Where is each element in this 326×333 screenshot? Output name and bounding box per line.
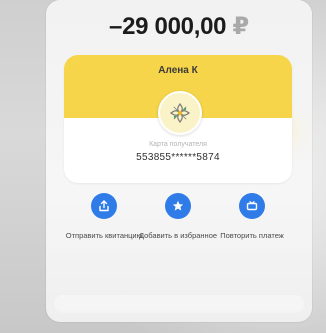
transaction-sheet: –29 000,00 ₽ Алена К Карта получателя 55…: [46, 0, 312, 322]
amount-value: –29 000,00: [109, 13, 227, 40]
send-receipt-button[interactable]: Отправить квитанцию: [64, 193, 144, 241]
repeat-icon: [239, 193, 265, 219]
recipient-name: Алена К: [158, 65, 198, 76]
card-subtitle: Карта получателя: [149, 141, 207, 148]
bottom-area: [54, 295, 304, 313]
flower-logo-icon: [158, 91, 202, 135]
amount: –29 000,00 ₽: [46, 12, 312, 41]
share-icon: [91, 193, 117, 219]
action-row: Отправить квитанцию Добавить в избранное…: [46, 193, 312, 273]
recipient-card[interactable]: Алена К Карта получателя 553855******587…: [64, 55, 292, 183]
currency-symbol: ₽: [232, 13, 250, 40]
add-to-favorites-label: Добавить в избранное: [138, 231, 218, 240]
repeat-payment-label: Повторить платеж: [220, 231, 284, 240]
star-icon: [165, 193, 191, 219]
send-receipt-label: Отправить квитанцию: [65, 231, 143, 240]
flower-logo-icon: [162, 95, 198, 131]
card-number: 553855******5874: [136, 152, 220, 163]
repeat-payment-button[interactable]: Повторить платеж: [212, 193, 292, 241]
add-to-favorites-button[interactable]: Добавить в избранное: [138, 193, 218, 241]
